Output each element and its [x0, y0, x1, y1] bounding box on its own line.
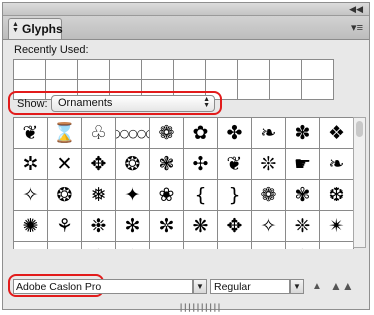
font-style-dropdown-arrow-icon[interactable]: ▼ [290, 279, 304, 294]
recent-glyph-cell[interactable] [174, 60, 206, 80]
scrollbar-thumb[interactable] [356, 121, 363, 137]
recent-glyph-cell[interactable] [110, 60, 142, 80]
recent-glyph-cell[interactable] [142, 60, 174, 80]
recent-glyph-cell[interactable] [14, 60, 46, 80]
glyph-cell[interactable]: ❋ [116, 242, 150, 249]
glyph-cell[interactable]: ❄ [184, 242, 218, 249]
glyphs-panel: ◀◀ ▲ ▼ Glyphs ▾≡ Recently Used: Show: Orn… [2, 2, 370, 312]
glyph-cell[interactable]: ✧ [252, 211, 286, 242]
zoom-out-mountain-icon[interactable]: ▲ [312, 281, 322, 292]
glyph-cell[interactable]: ❉ [252, 242, 286, 249]
glyph-cell[interactable]: ✾ [286, 180, 320, 211]
font-family-dropdown-arrow-icon[interactable]: ▼ [193, 279, 207, 294]
recent-glyph-cell[interactable] [270, 80, 302, 100]
glyph-cell[interactable]: ❊ [252, 149, 286, 180]
glyph-cell[interactable]: ❧ [252, 118, 286, 149]
glyph-cell[interactable]: ✤ [218, 118, 252, 149]
resize-grip-icon[interactable]: ┃┃┃┃┃┃┃┃┃┃ [179, 304, 221, 312]
panel-tab-row: ▲ ▼ Glyphs ▾≡ [3, 16, 369, 40]
recently-used-label: Recently Used: [14, 44, 89, 56]
tab-glyphs-label: Glyphs [22, 22, 63, 36]
recent-glyph-cell[interactable] [238, 60, 270, 80]
glyph-cell[interactable]: ✕ [48, 149, 82, 180]
glyph-cell[interactable]: ❆ [320, 180, 354, 211]
zoom-in-mountain-icon[interactable]: ▲▲ [330, 279, 354, 293]
glyph-cell[interactable]: ❂ [48, 180, 82, 211]
glyph-cell[interactable]: ✺ [14, 211, 48, 242]
glyph-cell[interactable]: ✿ [48, 242, 82, 249]
recent-glyph-cell[interactable] [302, 60, 334, 80]
glyph-cell[interactable]: ⚜ [14, 242, 48, 249]
glyph-cell[interactable]: ⌛ [48, 118, 82, 149]
glyph-cell[interactable]: ☞ [150, 242, 184, 249]
recent-glyph-cell[interactable] [270, 60, 302, 80]
glyph-grid: ❦⌛♧○○○○○❁✿✤❧✽❖✲✕✥❂❃✣❦❊☛❧✧❂❅✦❀{}❁✾❆✺⚘❉✻✼❋… [13, 117, 354, 249]
glyph-cell[interactable]: } [218, 180, 252, 211]
recent-glyph-cell[interactable] [206, 60, 238, 80]
recent-glyph-cell[interactable] [238, 80, 270, 100]
glyph-cell[interactable]: ✼ [150, 211, 184, 242]
panel-titlebar[interactable]: ◀◀ [3, 3, 369, 16]
glyph-cell[interactable]: ✴ [320, 211, 354, 242]
glyph-cell[interactable]: ❁ [286, 242, 320, 249]
glyph-cell[interactable]: ✽ [286, 118, 320, 149]
font-family-field[interactable]: Adobe Caslon Pro [13, 279, 193, 294]
glyph-grid-scrollbar[interactable] [353, 117, 366, 248]
glyph-cell[interactable]: ❃ [150, 149, 184, 180]
glyph-cell[interactable]: ✽ [82, 242, 116, 249]
glyph-cell[interactable]: ❉ [82, 211, 116, 242]
glyph-cell[interactable]: ❂ [116, 149, 150, 180]
font-family-value: Adobe Caslon Pro [16, 281, 102, 293]
glyph-cell[interactable]: ✥ [218, 211, 252, 242]
glyph-cell[interactable]: ⚘ [48, 211, 82, 242]
recent-glyph-cell[interactable] [46, 60, 78, 80]
show-select-value: Ornaments [58, 97, 113, 109]
glyph-cell[interactable]: ✧ [14, 180, 48, 211]
double-chevron-left-icon[interactable]: ◀◀ [349, 3, 363, 15]
panel-menu-icon[interactable]: ▾≡ [351, 21, 363, 34]
glyph-cell[interactable]: ❁ [252, 180, 286, 211]
glyph-cell[interactable]: { [184, 180, 218, 211]
glyph-cell[interactable]: ❦ [14, 118, 48, 149]
glyph-cell[interactable]: ☛ [286, 149, 320, 180]
glyph-cell[interactable]: ✥ [82, 149, 116, 180]
glyph-cell[interactable]: ✦ [116, 180, 150, 211]
glyph-cell[interactable]: ✺ [320, 242, 354, 249]
glyph-cell[interactable]: ✻ [116, 211, 150, 242]
glyph-cell[interactable]: ❅ [82, 180, 116, 211]
glyph-cell[interactable]: ❈ [286, 211, 320, 242]
font-style-value: Regular [214, 281, 251, 293]
updown-arrows-icon[interactable]: ▲ ▼ [12, 21, 19, 34]
recent-glyph-cell[interactable] [302, 80, 334, 100]
font-style-field[interactable]: Regular [210, 279, 290, 294]
glyph-cell[interactable]: ❁ [150, 118, 184, 149]
tab-glyphs[interactable]: ▲ ▼ Glyphs [8, 18, 63, 39]
show-label: Show: [17, 98, 48, 110]
glyph-cell[interactable]: ✲ [14, 149, 48, 180]
glyph-cell[interactable]: ♧ [82, 118, 116, 149]
glyph-cell[interactable]: ✣ [184, 149, 218, 180]
glyph-cell[interactable]: ❀ [150, 180, 184, 211]
recent-glyph-cell[interactable] [78, 60, 110, 80]
glyph-cell[interactable]: ❋ [184, 211, 218, 242]
glyph-cell[interactable]: ❦ [218, 149, 252, 180]
glyph-cell[interactable]: ❧ [320, 149, 354, 180]
select-arrows-icon: ▲ ▼ [203, 96, 210, 109]
glyph-cell[interactable]: ○○○○○ [116, 118, 150, 149]
show-select[interactable]: Ornaments ▲ ▼ [51, 95, 215, 112]
glyph-cell[interactable]: ✠ [218, 242, 252, 249]
glyph-cell[interactable]: ✿ [184, 118, 218, 149]
glyph-cell[interactable]: ❖ [320, 118, 354, 149]
